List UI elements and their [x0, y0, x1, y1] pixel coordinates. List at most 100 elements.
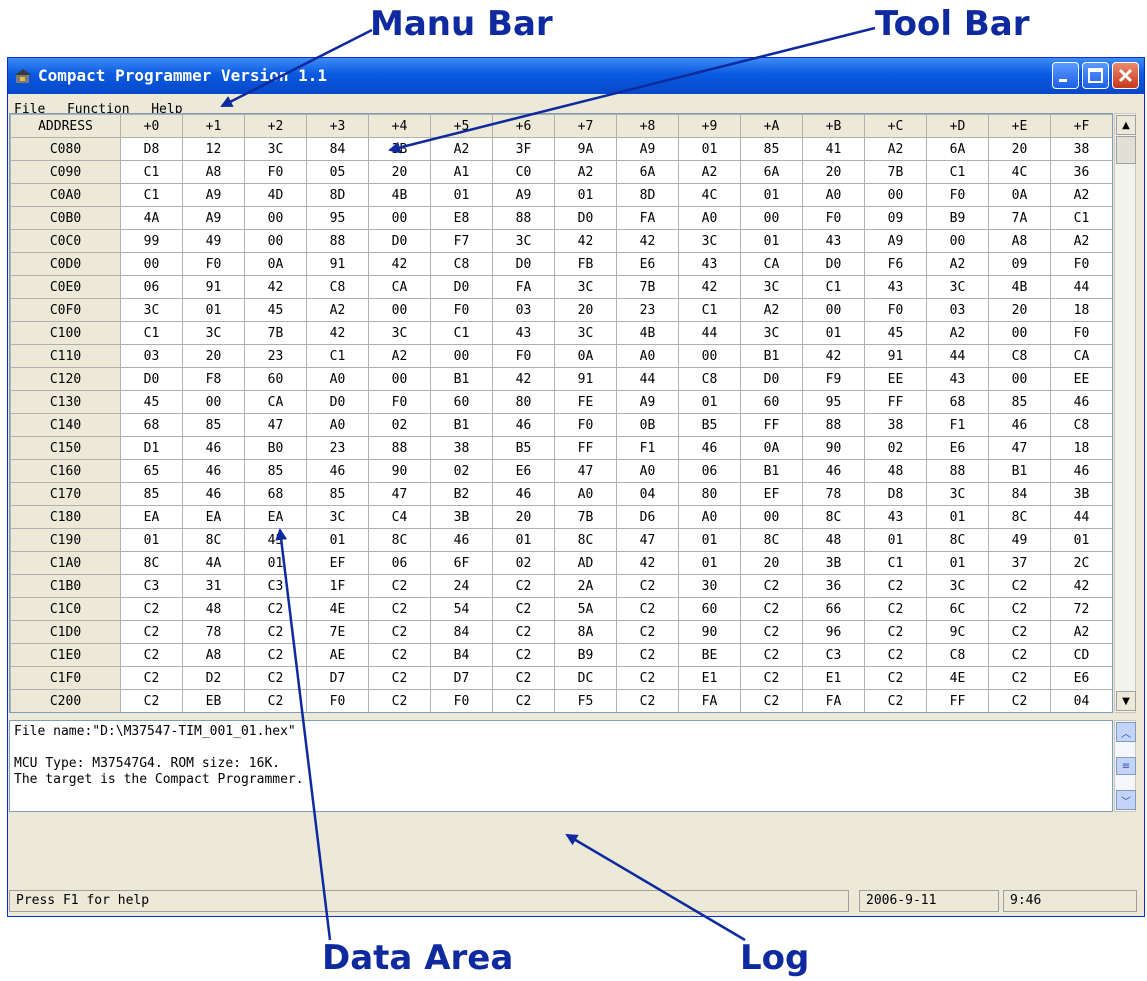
hex-byte-cell[interactable]: 01: [554, 183, 617, 207]
hex-byte-cell[interactable]: 95: [306, 206, 369, 230]
hex-byte-cell[interactable]: 8A: [554, 620, 617, 644]
hex-byte-cell[interactable]: 20: [182, 344, 245, 368]
hex-byte-cell[interactable]: 01: [244, 551, 307, 575]
hex-byte-cell[interactable]: 20: [492, 505, 555, 529]
hex-byte-cell[interactable]: 00: [244, 229, 307, 253]
hex-byte-cell[interactable]: 45: [244, 528, 307, 552]
hex-byte-cell[interactable]: 44: [616, 367, 679, 391]
hex-byte-cell[interactable]: 31: [182, 574, 245, 598]
hex-byte-cell[interactable]: EB: [182, 689, 245, 712]
hex-byte-cell[interactable]: 01: [740, 229, 803, 253]
hex-byte-cell[interactable]: 60: [740, 390, 803, 414]
hex-byte-cell[interactable]: C2: [864, 620, 927, 644]
minimize-button[interactable]: [1052, 62, 1079, 89]
hex-byte-cell[interactable]: 49: [988, 528, 1051, 552]
hex-byte-cell[interactable]: A9: [492, 183, 555, 207]
hex-byte-cell[interactable]: 23: [306, 436, 369, 460]
hex-byte-cell[interactable]: 06: [368, 551, 431, 575]
hex-byte-cell[interactable]: 47: [988, 436, 1051, 460]
hex-byte-cell[interactable]: A0: [802, 183, 865, 207]
hex-byte-cell[interactable]: A2: [1050, 620, 1112, 644]
hex-byte-cell[interactable]: EF: [306, 551, 369, 575]
hex-byte-cell[interactable]: C1: [120, 183, 183, 207]
hex-byte-cell[interactable]: 23: [244, 344, 307, 368]
hex-byte-cell[interactable]: A0: [678, 505, 741, 529]
hex-byte-cell[interactable]: 3F: [492, 137, 555, 161]
hex-byte-cell[interactable]: C8: [926, 643, 989, 667]
hex-byte-cell[interactable]: 20: [554, 298, 617, 322]
hex-byte-cell[interactable]: 38: [430, 436, 493, 460]
hex-byte-cell[interactable]: 4B: [988, 275, 1051, 299]
hex-byte-cell[interactable]: 00: [802, 298, 865, 322]
hex-byte-cell[interactable]: EE: [864, 367, 927, 391]
hex-byte-cell[interactable]: 88: [802, 413, 865, 437]
hex-byte-cell[interactable]: FF: [926, 689, 989, 712]
hex-byte-cell[interactable]: 6A: [740, 160, 803, 184]
hex-byte-cell[interactable]: 20: [368, 160, 431, 184]
hex-byte-cell[interactable]: 84: [988, 482, 1051, 506]
hex-byte-cell[interactable]: 3B: [1050, 482, 1112, 506]
hex-byte-cell[interactable]: F0: [430, 298, 493, 322]
hex-byte-cell[interactable]: 00: [678, 344, 741, 368]
hex-byte-cell[interactable]: 91: [306, 252, 369, 276]
log-scroll-thumb[interactable]: ≡: [1116, 757, 1136, 775]
hex-byte-cell[interactable]: 42: [306, 321, 369, 345]
maximize-button[interactable]: [1082, 62, 1109, 89]
hex-byte-cell[interactable]: D0: [430, 275, 493, 299]
hex-byte-cell[interactable]: C3: [245, 713, 307, 714]
hex-byte-cell[interactable]: F0: [926, 183, 989, 207]
hex-byte-cell[interactable]: 4E: [926, 666, 989, 690]
hex-byte-cell[interactable]: 43: [926, 367, 989, 391]
hex-byte-cell[interactable]: B4: [430, 643, 493, 667]
hex-byte-cell[interactable]: C1: [1050, 206, 1112, 230]
hex-byte-cell[interactable]: 27: [927, 713, 989, 714]
hex-byte-cell[interactable]: 46: [182, 482, 245, 506]
hex-byte-cell[interactable]: C1: [678, 298, 741, 322]
hex-byte-cell[interactable]: 43: [678, 252, 741, 276]
hex-byte-cell[interactable]: 02: [864, 436, 927, 460]
hex-byte-cell[interactable]: 3C: [368, 321, 431, 345]
hex-byte-cell[interactable]: A0: [306, 367, 369, 391]
hex-byte-cell[interactable]: FB: [554, 252, 617, 276]
hex-byte-cell[interactable]: 00: [988, 367, 1051, 391]
hex-byte-cell[interactable]: 00: [368, 367, 431, 391]
hex-byte-cell[interactable]: CA: [244, 390, 307, 414]
hex-byte-cell[interactable]: 60: [678, 597, 741, 621]
hex-byte-cell[interactable]: 78: [802, 482, 865, 506]
hex-byte-cell[interactable]: 88: [492, 206, 555, 230]
hex-byte-cell[interactable]: 01: [926, 551, 989, 575]
hex-byte-cell[interactable]: C2: [120, 666, 183, 690]
hex-byte-cell[interactable]: D8: [120, 137, 183, 161]
hex-byte-cell[interactable]: B9: [926, 206, 989, 230]
hex-byte-cell[interactable]: 45: [244, 298, 307, 322]
hex-byte-cell[interactable]: 2C: [1050, 551, 1112, 575]
hex-byte-cell[interactable]: FE: [554, 390, 617, 414]
hex-byte-cell[interactable]: F0: [244, 160, 307, 184]
hex-byte-cell[interactable]: C8: [1050, 413, 1112, 437]
hex-byte-cell[interactable]: 3C: [926, 574, 989, 598]
hex-byte-cell[interactable]: 00: [740, 505, 803, 529]
hex-byte-cell[interactable]: C3: [493, 713, 555, 714]
hex-byte-cell[interactable]: 03: [926, 298, 989, 322]
hex-byte-cell[interactable]: C0: [492, 160, 555, 184]
hex-byte-cell[interactable]: C3: [617, 713, 679, 714]
hex-byte-cell[interactable]: A8: [988, 229, 1051, 253]
hex-byte-cell[interactable]: 85: [988, 390, 1051, 414]
hex-byte-cell[interactable]: 65: [120, 459, 183, 483]
log-panel[interactable]: File name:"D:\M37547-TIM_001_01.hex" MCU…: [9, 720, 1113, 812]
hex-byte-cell[interactable]: 09: [988, 252, 1051, 276]
hex-byte-cell[interactable]: C1: [120, 160, 183, 184]
hex-byte-cell[interactable]: F0: [1050, 252, 1112, 276]
hex-byte-cell[interactable]: 88: [368, 436, 431, 460]
hex-byte-cell[interactable]: C3: [802, 643, 865, 667]
hex-byte-cell[interactable]: 46: [988, 413, 1051, 437]
hex-byte-cell[interactable]: C1: [120, 321, 183, 345]
hex-byte-cell[interactable]: 45: [120, 390, 183, 414]
hex-byte-cell[interactable]: A9: [182, 183, 245, 207]
hex-byte-cell[interactable]: 42: [616, 551, 679, 575]
hex-byte-cell[interactable]: F0: [864, 298, 927, 322]
hex-byte-cell[interactable]: 47: [554, 459, 617, 483]
hex-byte-cell[interactable]: C2: [988, 643, 1051, 667]
hex-byte-cell[interactable]: 3B: [368, 137, 431, 161]
hex-byte-cell[interactable]: 47: [244, 413, 307, 437]
